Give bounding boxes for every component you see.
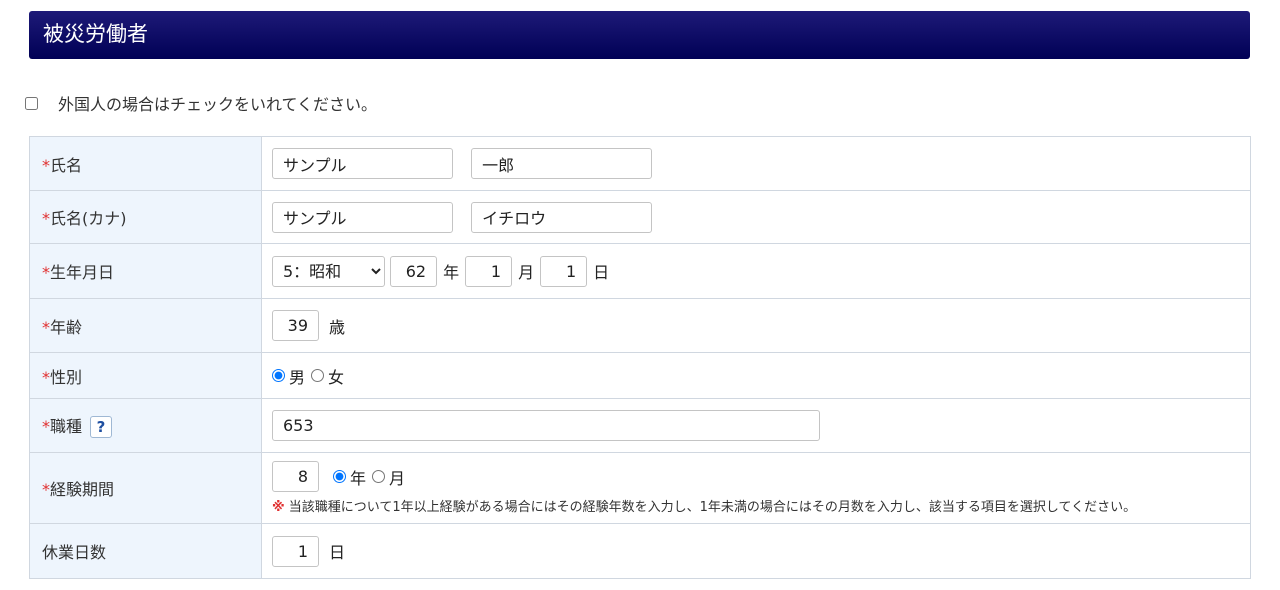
- worker-form-table: *氏名 *氏名(カナ) *生年月日 5：昭和 年月日 *年齢 歳: [29, 136, 1251, 579]
- experience-year-radio[interactable]: [333, 470, 346, 483]
- required-mark: *: [42, 155, 50, 175]
- label-text: 生年月日: [50, 263, 115, 282]
- label-text: 経験期間: [50, 480, 115, 499]
- birth-year-input[interactable]: [390, 255, 438, 287]
- row-birth: *生年月日 5：昭和 年 月 日: [29, 243, 1251, 299]
- experience-input-row: 年 月: [272, 461, 1250, 492]
- gender-radio-group: 男 女: [272, 364, 350, 388]
- note-mark: ※: [272, 500, 285, 515]
- required-mark: *: [42, 367, 50, 387]
- label-text: 氏名(カナ): [50, 209, 127, 228]
- gender-male-radio[interactable]: [272, 369, 285, 382]
- label-text: 休業日数: [42, 543, 107, 562]
- row-experience: *経験期間 年 月 ※ 当該職種について1年以上経験がある場合にはその経験年数を…: [29, 452, 1251, 524]
- day-unit: 日: [593, 263, 610, 282]
- experience-year-label[interactable]: 年: [350, 465, 366, 489]
- occupation-input[interactable]: [272, 410, 820, 441]
- field-gender: 男 女: [261, 352, 1251, 399]
- required-mark: *: [42, 480, 50, 499]
- row-name: *氏名: [29, 136, 1251, 191]
- label-kana: *氏名(カナ): [29, 190, 262, 244]
- birth-day-input[interactable]: [540, 255, 588, 287]
- gender-male-label[interactable]: 男: [289, 364, 305, 388]
- first-name-kana-input[interactable]: [471, 201, 653, 233]
- field-occupation: [261, 398, 1251, 453]
- row-leave-days: 休業日数 日: [29, 523, 1251, 579]
- foreign-checkbox-row: 外国人の場合はチェックをいれてください。: [25, 92, 377, 114]
- era-select[interactable]: 5：昭和: [272, 255, 385, 287]
- label-name: *氏名: [29, 136, 262, 191]
- leave-days-unit: 日: [329, 543, 346, 562]
- row-occupation: *職種?: [29, 398, 1251, 453]
- experience-input[interactable]: [272, 461, 319, 492]
- field-age: 歳: [261, 298, 1251, 353]
- label-leave-days: 休業日数: [29, 523, 262, 579]
- experience-month-label[interactable]: 月: [389, 465, 405, 489]
- foreign-checkbox[interactable]: [25, 96, 38, 110]
- section-header: 被災労働者: [29, 11, 1250, 59]
- last-name-kana-input[interactable]: [272, 201, 453, 233]
- required-mark: *: [42, 317, 50, 337]
- help-icon[interactable]: ?: [90, 416, 113, 439]
- year-unit: 年: [443, 263, 460, 282]
- required-mark: *: [42, 209, 50, 228]
- required-mark: *: [42, 263, 50, 282]
- leave-days-input[interactable]: [272, 535, 319, 567]
- row-kana: *氏名(カナ): [29, 190, 1251, 244]
- label-gender: *性別: [29, 352, 262, 399]
- label-birth: *生年月日: [29, 243, 262, 299]
- label-text: 年齢: [50, 317, 83, 337]
- birth-month-input[interactable]: [465, 255, 513, 287]
- foreign-checkbox-label: 外国人の場合はチェックをいれてください。: [58, 95, 378, 114]
- last-name-input[interactable]: [272, 148, 453, 179]
- field-leave-days: 日: [261, 523, 1251, 579]
- field-birth: 5：昭和 年 月 日: [261, 243, 1251, 299]
- row-age: *年齢 歳: [29, 298, 1251, 353]
- experience-month-radio[interactable]: [372, 470, 386, 483]
- age-unit: 歳: [329, 317, 346, 337]
- label-occupation: *職種?: [29, 398, 262, 453]
- gender-female-radio[interactable]: [311, 369, 325, 382]
- note-text: 当該職種について1年以上経験がある場合にはその経験年数を入力し、1年未満の場合に…: [288, 500, 1137, 515]
- age-input[interactable]: [272, 310, 319, 341]
- label-text: 職種: [50, 416, 83, 436]
- first-name-input[interactable]: [471, 148, 653, 179]
- experience-note: ※ 当該職種について1年以上経験がある場合にはその経験年数を入力し、1年未満の場…: [272, 496, 1250, 515]
- field-experience: 年 月 ※ 当該職種について1年以上経験がある場合にはその経験年数を入力し、1年…: [261, 452, 1251, 524]
- experience-unit-radio-group: 年 月: [333, 465, 411, 489]
- month-unit: 月: [518, 263, 535, 282]
- label-text: 性別: [50, 367, 83, 387]
- field-name: [261, 136, 1251, 191]
- label-experience: *経験期間: [29, 452, 262, 524]
- field-kana: [261, 190, 1251, 244]
- gender-female-label[interactable]: 女: [328, 364, 344, 388]
- section-title: 被災労働者: [43, 22, 148, 46]
- label-text: 氏名: [50, 155, 83, 175]
- row-gender: *性別 男 女: [29, 352, 1251, 399]
- label-age: *年齢: [29, 298, 262, 353]
- required-mark: *: [42, 416, 50, 436]
